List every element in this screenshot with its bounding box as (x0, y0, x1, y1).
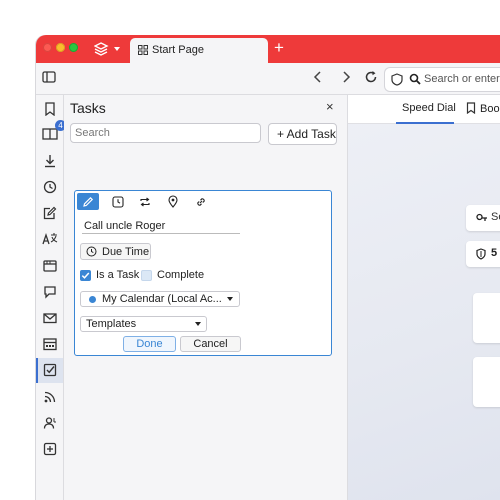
checkmark-icon (81, 272, 90, 279)
start-page: Speed Dial Boo Se 5 (348, 95, 500, 500)
speed-dial-tile[interactable] (473, 357, 500, 407)
panel-title: Tasks (70, 100, 106, 116)
calendar-select-value: My Calendar (Local Ac... (102, 293, 222, 305)
task-title-field[interactable]: Call uncle Roger (82, 216, 240, 234)
forward-icon[interactable] (340, 70, 352, 84)
task-search-input[interactable]: Search (70, 123, 261, 143)
sidebar-item-feeds[interactable] (41, 388, 59, 406)
notes-icon (43, 206, 57, 220)
link-icon (197, 197, 205, 206)
sidebar-item-notes[interactable] (41, 204, 59, 222)
search-icon (409, 73, 421, 85)
new-tab-button[interactable]: + (274, 39, 284, 56)
speed-dial-tile[interactable] (473, 293, 500, 343)
tracker-card-count: 5 (491, 247, 498, 259)
sidebar-item-tasks[interactable] (41, 361, 59, 379)
tasks-panel: Tasks × Search + Add Task Call uncle Rog… (64, 95, 348, 500)
sidebar-item-calendar[interactable] (41, 335, 59, 353)
complete-checkbox[interactable] (141, 270, 152, 281)
tab-repeat[interactable] (134, 193, 156, 210)
sidebar-item-translate[interactable] (41, 230, 59, 248)
toolbar: Search or enter an (36, 63, 500, 95)
title-bar: Start Page + (36, 35, 500, 63)
contacts-icon (43, 417, 56, 429)
complete-label: Complete (157, 269, 205, 281)
tab-due[interactable] (107, 193, 129, 210)
location-icon (168, 195, 178, 208)
start-page-tabs: Speed Dial Boo (348, 95, 500, 124)
panel-toggle-icon[interactable] (42, 70, 56, 84)
templates-select[interactable]: Templates (80, 316, 207, 332)
tab-location[interactable] (162, 193, 184, 210)
calendar-color-dot (89, 296, 96, 303)
tab-speed-dial[interactable]: Speed Dial (396, 95, 456, 124)
add-panel-icon (43, 442, 57, 456)
search-card[interactable]: Se (466, 205, 500, 231)
tab-edit[interactable] (77, 193, 99, 210)
sidebar-item-bookmarks[interactable] (41, 100, 59, 118)
shield-icon[interactable] (391, 73, 403, 86)
downloads-icon (45, 155, 55, 168)
tab-label: Start Page (152, 44, 204, 56)
workspaces-button[interactable] (93, 41, 122, 60)
sidebar-item-contacts[interactable] (41, 414, 59, 432)
clock-icon (112, 195, 124, 208)
address-bar[interactable]: Search or enter an (384, 67, 500, 92)
window-icon (43, 260, 57, 272)
translate-icon (42, 232, 58, 245)
due-time-button[interactable]: Due Time (80, 243, 151, 260)
browser-window: Start Page + Search or enter an (36, 35, 500, 500)
sidebar-item-history[interactable] (41, 178, 59, 196)
bookmark-icon (466, 102, 476, 115)
task-editor: Call uncle Roger Due Time Is a Task Comp… (74, 190, 332, 356)
feeds-icon (44, 391, 56, 403)
sidebar-item-downloads[interactable] (41, 152, 59, 170)
chevron-down-icon (195, 322, 201, 326)
sidebar-item-chat[interactable] (41, 283, 59, 301)
close-panel-button[interactable]: × (326, 99, 334, 114)
tab-bookmarks[interactable]: Boo (466, 102, 500, 115)
search-card-text: Se (491, 211, 500, 223)
sidebar-item-mail[interactable] (41, 309, 59, 327)
is-task-label: Is a Task (96, 269, 140, 281)
chat-icon (44, 286, 56, 299)
zoom-window-button[interactable] (69, 43, 78, 52)
history-icon (43, 180, 57, 194)
minimize-window-button[interactable] (56, 43, 65, 52)
add-task-button[interactable]: + Add Task (268, 123, 337, 145)
tracker-card[interactable]: 5 (466, 241, 500, 267)
sidebar-item-add-panel[interactable] (41, 440, 59, 458)
reload-icon[interactable] (364, 70, 378, 84)
pencil-icon (83, 196, 94, 207)
speed-dial-icon (138, 45, 148, 55)
tab-start-page[interactable]: Start Page (130, 38, 268, 63)
templates-select-value: Templates (86, 318, 137, 330)
bookmarks-icon (45, 102, 55, 116)
close-window-button[interactable] (43, 43, 52, 52)
sidebar: 4 (36, 95, 66, 500)
cancel-button[interactable]: Cancel (180, 336, 241, 352)
shield-icon (476, 248, 486, 260)
tab-bookmarks-label: Boo (480, 103, 500, 115)
chevron-down-icon (227, 297, 233, 301)
repeat-icon (140, 197, 150, 206)
back-icon[interactable] (312, 70, 324, 84)
address-placeholder: Search or enter an (424, 73, 500, 85)
calendar-select[interactable]: My Calendar (Local Ac... (80, 291, 240, 307)
sidebar-item-reading-list[interactable]: 4 (41, 120, 66, 143)
done-button[interactable]: Done (123, 336, 176, 352)
is-task-checkbox[interactable] (80, 270, 91, 281)
calendar-icon (43, 338, 57, 351)
search-key-icon (476, 213, 487, 221)
workspaces-icon (93, 42, 120, 56)
mail-icon (43, 313, 57, 324)
tasks-icon (43, 363, 57, 377)
sidebar-item-window[interactable] (41, 257, 59, 275)
tab-link[interactable] (190, 193, 212, 210)
due-time-label: Due Time (102, 246, 150, 258)
clock-icon (86, 246, 97, 257)
tab-speed-dial-label: Speed Dial (402, 102, 456, 114)
